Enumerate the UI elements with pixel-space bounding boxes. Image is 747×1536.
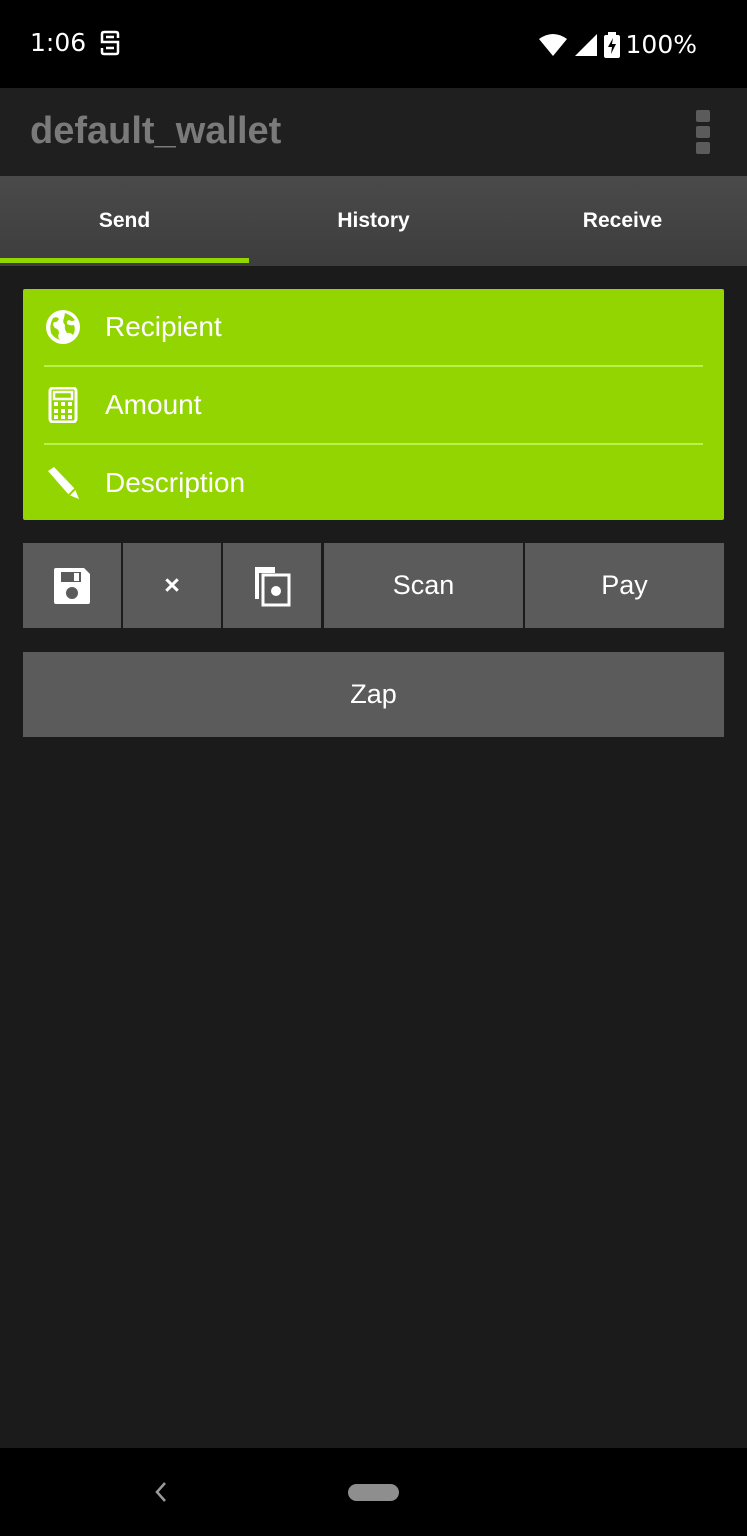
clear-icon: × (164, 570, 180, 600)
battery-icon (603, 31, 620, 58)
app-notification-icon (100, 30, 120, 56)
description-field[interactable]: Description (23, 445, 724, 522)
status-indicators: 100% (538, 30, 697, 59)
paste-icon (255, 566, 291, 606)
back-icon[interactable] (152, 1480, 170, 1504)
selected-tab-indicator (0, 258, 249, 263)
calculator-icon (48, 387, 78, 423)
tab-send[interactable]: Send (0, 176, 249, 266)
pay-button[interactable]: Pay (525, 543, 724, 628)
save-button[interactable] (23, 543, 121, 628)
status-bar: 1:06 100% (0, 0, 747, 88)
scan-label: Scan (392, 570, 455, 600)
save-icon (54, 567, 90, 604)
globe-icon (46, 310, 80, 344)
app-bar: default_wallet (0, 88, 747, 176)
tab-history-label: History (337, 209, 410, 232)
tab-history[interactable]: History (249, 176, 498, 266)
battery-percentage: 100% (625, 30, 697, 59)
paste-button[interactable] (223, 543, 321, 628)
zap-label: Zap (350, 679, 397, 709)
description-label: Description (105, 467, 246, 498)
amount-field[interactable]: Amount (23, 367, 724, 444)
clear-button[interactable]: × (123, 543, 221, 628)
zap-button[interactable]: Zap (23, 652, 724, 737)
tab-receive-label: Receive (582, 209, 663, 232)
send-form: Recipient Amount Description (23, 289, 724, 520)
tab-send-label: Send (98, 209, 151, 232)
signal-icon (574, 33, 597, 56)
tab-bar: Send History Receive (0, 176, 747, 266)
recipient-field[interactable]: Recipient (23, 289, 724, 366)
overflow-menu-icon[interactable] (696, 110, 710, 154)
wallet-title: default_wallet (30, 110, 282, 152)
recipient-label: Recipient (105, 311, 222, 342)
wifi-icon (538, 33, 567, 56)
pen-icon (48, 467, 79, 499)
scan-button[interactable]: Scan (324, 543, 523, 628)
tab-receive[interactable]: Receive (498, 176, 747, 266)
status-time: 1:06 (30, 28, 87, 57)
pay-label: Pay (601, 570, 648, 600)
amount-label: Amount (105, 389, 202, 420)
home-icon[interactable] (348, 1484, 399, 1501)
